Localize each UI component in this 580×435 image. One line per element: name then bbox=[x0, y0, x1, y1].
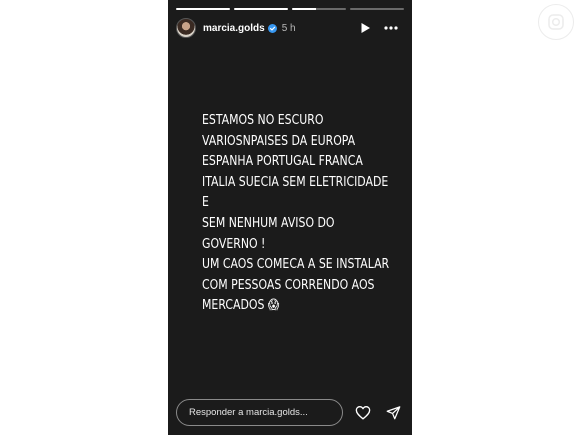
story-header: marcia.golds 5 h bbox=[176, 17, 402, 39]
heart-icon bbox=[355, 406, 371, 420]
story-text-line: ITALIA SUECIA SEM ELETRICIDADE bbox=[202, 174, 389, 190]
more-options-button[interactable] bbox=[380, 17, 402, 39]
story-text-line: MERCADOS 😱 bbox=[202, 298, 280, 314]
story-text-line: COM PESSOAS CORRENDO AOS bbox=[202, 277, 375, 293]
post-time: 5 h bbox=[281, 22, 296, 34]
progress-segment bbox=[292, 8, 346, 10]
like-button[interactable] bbox=[352, 402, 373, 424]
play-icon bbox=[361, 23, 370, 33]
verified-badge-icon bbox=[267, 23, 277, 33]
story-text-line: VARIOSNPAISES DA EUROPA bbox=[202, 133, 356, 149]
story-text-line: ESPANHA PORTUGAL FRANCA bbox=[202, 154, 363, 170]
progress-fill bbox=[292, 8, 317, 10]
send-icon bbox=[386, 406, 401, 420]
story-footer: Responder a marcia.golds... bbox=[168, 390, 412, 435]
app-logo-icon bbox=[538, 4, 574, 40]
progress-fill bbox=[234, 8, 288, 10]
progress-segment bbox=[176, 8, 230, 10]
play-button[interactable] bbox=[354, 17, 376, 39]
story-viewer: marcia.golds 5 h ESTAMOS NO ESCURO VARIO… bbox=[168, 0, 412, 435]
story-text: ESTAMOS NO ESCURO VARIOSNPAISES DA EUROP… bbox=[202, 111, 390, 317]
story-progress-bar bbox=[176, 8, 404, 10]
story-text-line: GOVERNO ! bbox=[202, 236, 266, 252]
story-text-line: ESTAMOS NO ESCURO bbox=[202, 113, 324, 128]
story-text-line: UM CAOS COMECA A SE INSTALAR bbox=[202, 257, 390, 273]
reply-input[interactable]: Responder a marcia.golds... bbox=[176, 399, 344, 426]
username[interactable]: marcia.golds bbox=[203, 23, 265, 34]
progress-segment bbox=[350, 8, 404, 10]
progress-segment bbox=[234, 8, 288, 10]
more-options-icon bbox=[384, 26, 398, 30]
reply-placeholder: Responder a marcia.golds... bbox=[189, 407, 308, 418]
avatar[interactable] bbox=[176, 18, 196, 38]
progress-fill bbox=[176, 8, 230, 10]
send-button[interactable] bbox=[383, 402, 404, 424]
story-text-line: SEM NENHUM AVISO DO bbox=[202, 215, 335, 231]
story-text-line: E bbox=[202, 195, 209, 211]
